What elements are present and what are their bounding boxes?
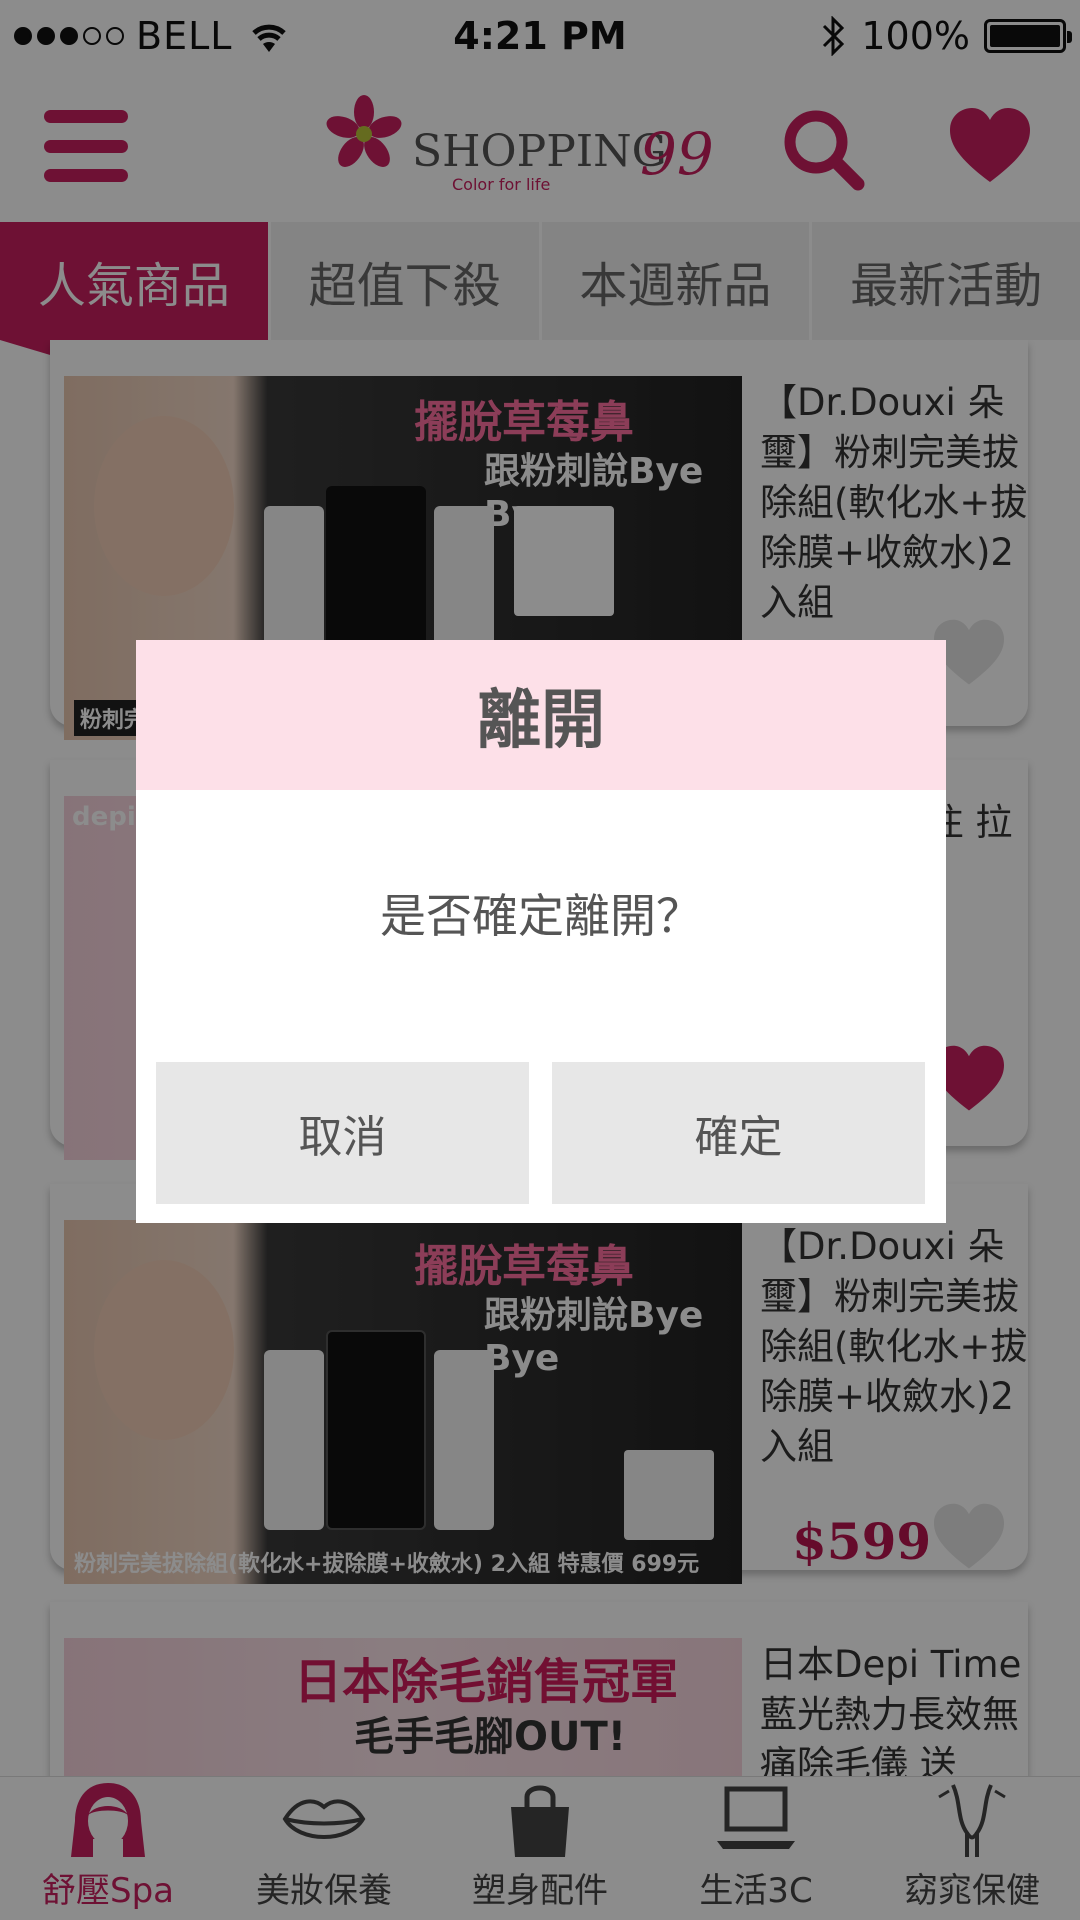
leave-dialog: 離開 是否確定離開？ 取消 確定 (136, 640, 946, 1223)
dialog-message: 是否確定離開？ (380, 889, 702, 943)
confirm-button[interactable]: 確定 (552, 1062, 925, 1204)
dialog-title: 離開 (136, 640, 946, 790)
cancel-button[interactable]: 取消 (156, 1062, 529, 1204)
